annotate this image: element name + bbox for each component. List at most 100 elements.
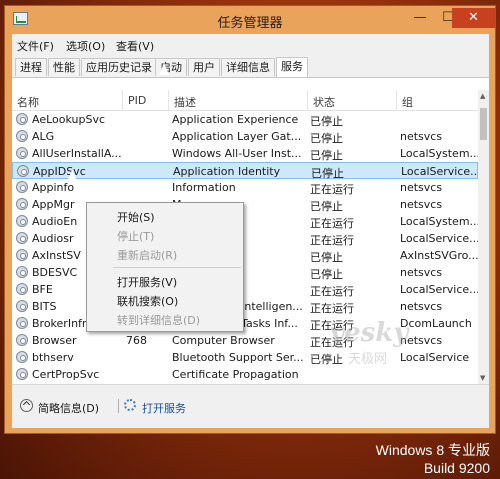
service-group: LocalService... — [400, 232, 478, 245]
tab-app-history[interactable]: 应用历史记录 — [81, 58, 157, 76]
tab-strip: 进程 性能 应用历史记录 启动 用户 详细信息 服务 — [12, 55, 489, 78]
service-gear-icon — [16, 317, 28, 329]
service-status: 已停止 — [310, 251, 343, 264]
service-group: netsvcs — [400, 300, 443, 313]
menu-options[interactable]: 选项(O) — [66, 38, 105, 54]
service-description: Application Identity — [173, 165, 281, 178]
service-name: Browser — [32, 334, 77, 347]
ctx-stop: 停止(T) — [117, 230, 155, 243]
table-row[interactable]: Appinfo Information 正在运行 netsvcs — [12, 179, 478, 196]
column-header-group[interactable]: 组 — [402, 94, 413, 110]
table-row[interactable]: AudioEnudio Endp...正在运行LocalSystem... — [12, 213, 478, 230]
watermark-logo: yesky — [329, 318, 409, 348]
tab-processes[interactable]: 进程 — [15, 58, 47, 76]
service-group: netsvcs — [400, 130, 443, 143]
column-divider[interactable] — [396, 90, 397, 110]
service-name: AppIDSvc — [33, 165, 86, 178]
service-group: netsvcs — [400, 181, 443, 194]
service-status: 正在运行 — [310, 217, 354, 230]
services-gear-icon — [124, 399, 136, 411]
menu-view[interactable]: 查看(V) — [116, 38, 154, 54]
ctx-separator — [113, 267, 241, 268]
service-group: LocalService... — [401, 165, 478, 178]
service-gear-icon — [17, 165, 29, 177]
task-manager-window: 任务管理器 — ☐ ✕ 文件(F) 选项(O) 查看(V) 进程 性能 应用历史… — [4, 5, 496, 434]
fewer-details-link[interactable]: 简略信息(D) — [38, 400, 99, 416]
service-name: Appinfo — [32, 181, 75, 194]
close-button[interactable]: ✕ — [452, 8, 495, 28]
table-row[interactable]: ALG Application Layer Gat... 已停止 netsvcs — [12, 128, 478, 145]
table-row[interactable]: Audiosrudio正在运行LocalService... — [12, 230, 478, 247]
table-row[interactable]: AppIDSvc Application Identity 已停止 LocalServ… — [12, 162, 478, 180]
ctx-search-online[interactable]: 联机搜索(O) — [117, 293, 178, 309]
service-name: bthserv — [32, 351, 74, 364]
service-gear-icon — [16, 232, 28, 244]
mouse-cursor-icon — [159, 63, 169, 75]
table-header: 名称 PID 描述 状态 组 — [12, 90, 478, 111]
tab-users[interactable]: 用户 — [188, 58, 220, 76]
service-name: CertPropSvc — [32, 368, 100, 381]
table-row[interactable]: bthserv Bluetooth Support Ser... 已停止 LocalS… — [12, 349, 478, 366]
service-gear-icon — [16, 181, 28, 193]
table-row[interactable]: BFEg Engine正在运行LocalService... — [12, 281, 478, 298]
service-name: AeLookupSvc — [32, 113, 106, 126]
service-description: Application Experience — [172, 113, 299, 126]
ctx-start[interactable]: 开始(S) — [117, 209, 155, 225]
ctx-open-services[interactable]: 打开服务(V) — [117, 274, 177, 290]
service-gear-icon — [16, 334, 28, 346]
service-status: 已停止 — [310, 115, 343, 128]
column-header-pid[interactable]: PID — [128, 94, 146, 107]
service-description: Certificate Propagation — [172, 368, 299, 381]
tab-details[interactable]: 详细信息 — [221, 58, 275, 76]
service-description: Bluetooth Support Ser... — [172, 351, 304, 364]
service-gear-icon — [16, 147, 28, 159]
service-group: LocalService... — [400, 283, 478, 296]
service-group: netsvcs — [400, 266, 443, 279]
table-row[interactable]: AllUserInstallA... Windows All-User Inst.… — [12, 145, 478, 162]
service-group: LocalService — [400, 351, 470, 364]
collapse-icon[interactable] — [20, 399, 33, 412]
table-row[interactable]: CertPropSvc Certificate Propagation — [12, 366, 478, 383]
service-gear-icon — [16, 351, 28, 363]
column-header-description[interactable]: 描述 — [174, 94, 196, 110]
mouse-cursor-icon — [67, 170, 77, 182]
service-gear-icon — [16, 283, 28, 295]
table-row[interactable]: AeLookupSvc Application Experience 已停止 — [12, 111, 478, 128]
client-area: 文件(F) 选项(O) 查看(V) 进程 性能 应用历史记录 启动 用户 详细信… — [12, 34, 489, 428]
os-edition-label: Windows 8 专业版 — [375, 442, 490, 458]
scroll-down-icon[interactable]: ▼ — [480, 374, 485, 382]
service-status: 已停止 — [310, 268, 343, 281]
service-status: 正在运行 — [310, 285, 354, 298]
service-gear-icon — [16, 215, 28, 227]
column-divider[interactable] — [307, 90, 308, 110]
column-header-status[interactable]: 状态 — [313, 94, 335, 110]
service-gear-icon — [16, 300, 28, 312]
column-header-name[interactable]: 名称 — [17, 94, 39, 110]
title-bar[interactable]: 任务管理器 — ☐ ✕ — [5, 6, 495, 34]
column-divider[interactable] — [168, 90, 169, 110]
service-status: 正在运行 — [310, 302, 354, 315]
service-group: netsvcs — [400, 334, 443, 347]
scroll-up-icon[interactable]: ▲ — [480, 92, 485, 100]
vertical-scrollbar[interactable]: ▲ ▼ — [478, 90, 489, 384]
table-row[interactable]: AppMgrManageme...已停止netsvcs — [12, 196, 478, 213]
tab-services[interactable]: 服务 — [276, 57, 308, 77]
tab-performance[interactable]: 性能 — [48, 58, 80, 76]
service-description: Information — [172, 181, 236, 194]
table-row[interactable]: BITS768Background Intelligen...正在运行netsv… — [12, 298, 478, 315]
ctx-go-to-details: 转到详细信息(D) — [117, 314, 201, 327]
service-gear-icon — [16, 266, 28, 278]
table-row[interactable]: AxInstSValler (AxIn...已停止AxInstSVGro... — [12, 247, 478, 264]
service-description: Computer Browser — [172, 334, 275, 347]
service-status: 正在运行 — [310, 234, 354, 247]
service-gear-icon — [16, 198, 28, 210]
service-pid: 768 — [126, 334, 147, 347]
open-services-link[interactable]: 打开服务 — [142, 400, 186, 416]
service-description: Application Layer Gat... — [172, 130, 302, 143]
service-name: AllUserInstallA... — [32, 147, 122, 160]
service-status: 已停止 — [310, 200, 343, 213]
menu-file[interactable]: 文件(F) — [17, 38, 54, 54]
table-row[interactable]: BDESVCrive Encry...已停止netsvcs — [12, 264, 478, 281]
column-divider[interactable] — [122, 90, 123, 110]
scroll-thumb[interactable] — [480, 108, 487, 140]
